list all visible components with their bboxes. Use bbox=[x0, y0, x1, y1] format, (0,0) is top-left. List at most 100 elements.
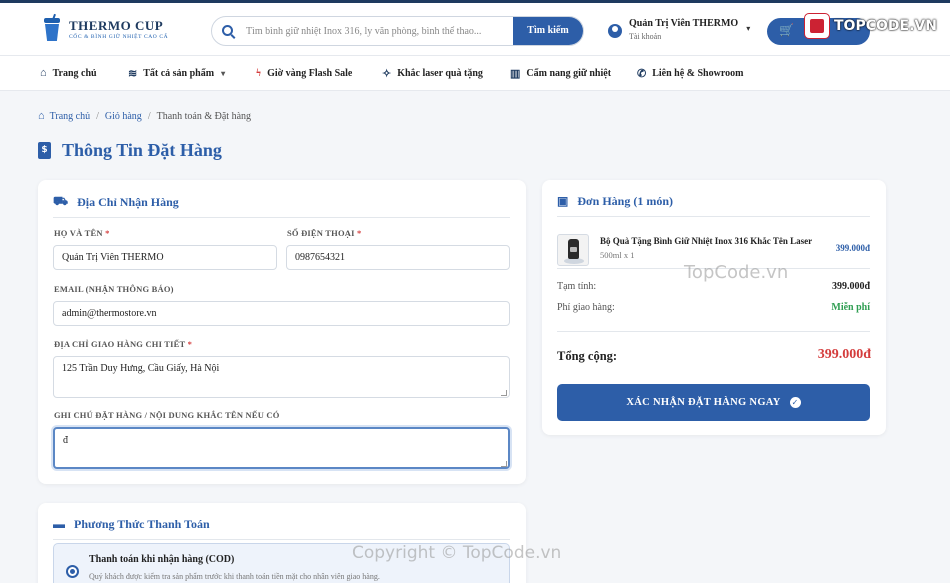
topcode-badge: TOPCODE.VN bbox=[805, 14, 937, 38]
divider bbox=[557, 331, 870, 332]
confirm-order-button[interactable]: XÁC NHẬN ĐẶT HÀNG NGAY ✓ bbox=[557, 384, 870, 421]
order-heading: Đơn Hàng (1 món) bbox=[577, 194, 673, 208]
breadcrumb-home[interactable]: Trang chủ bbox=[50, 111, 90, 122]
user-icon bbox=[608, 24, 622, 38]
chevron-down-icon: ▾ bbox=[221, 69, 226, 78]
email-field[interactable] bbox=[53, 301, 510, 326]
name-field[interactable] bbox=[53, 245, 277, 270]
home-icon: ⌂ bbox=[40, 67, 47, 79]
check-circle-icon: ✓ bbox=[789, 397, 801, 408]
order-card-header: ▣ Đơn Hàng (1 món) bbox=[557, 194, 870, 217]
total-value: 399.000đ bbox=[817, 347, 871, 362]
nav-label: Cẩm nang giữ nhiệt bbox=[526, 68, 612, 79]
address-heading: Địa Chỉ Nhận Hàng bbox=[77, 194, 179, 209]
truck-icon: ⛟ bbox=[53, 194, 69, 208]
subtotal-label: Tạm tính: bbox=[557, 281, 597, 292]
total-label: Tổng cộng: bbox=[557, 349, 618, 363]
divider bbox=[557, 268, 870, 269]
layers-icon: ≋ bbox=[128, 68, 138, 80]
book-icon: ▥ bbox=[510, 68, 521, 80]
nav-label: Giờ vàng Flash Sale bbox=[267, 67, 353, 79]
payment-card-header: ▬ Phương Thức Thanh Toán bbox=[53, 517, 510, 540]
cart-icon: 🛒 bbox=[779, 23, 794, 37]
required-mark: * bbox=[105, 228, 110, 238]
order-item: Bộ Quà Tặng Bình Giữ Nhiệt Inox 316 Khắc… bbox=[557, 231, 870, 269]
account-name: Quản Trị Viên THERMO bbox=[629, 18, 739, 29]
nav-item-contact[interactable]: ✆ Liên hệ & Showroom bbox=[637, 67, 743, 80]
page-title: $ Thông Tin Đặt Hàng bbox=[38, 140, 222, 161]
order-item-meta: 500ml x 1 bbox=[600, 250, 635, 260]
address-textarea[interactable]: 125 Trần Duy Hưng, Cầu Giấy, Hà Nội bbox=[53, 356, 510, 398]
shipping-label: Phí giao hàng: bbox=[557, 302, 615, 313]
resize-handle-icon[interactable] bbox=[501, 461, 507, 467]
nav-item-flash-sale[interactable]: ϟ Giờ vàng Flash Sale bbox=[256, 67, 352, 79]
payment-heading: Phương Thức Thanh Toán bbox=[74, 517, 210, 531]
payment-option-cod[interactable]: Thanh toán khi nhận hàng (COD) Quý khách… bbox=[53, 543, 510, 583]
caret-down-icon: ▾ bbox=[746, 24, 751, 33]
nav-label: Tất cả sản phẩm bbox=[143, 68, 215, 79]
invoice-icon: $ bbox=[38, 142, 51, 159]
page-title-text: Thông Tin Đặt Hàng bbox=[62, 140, 222, 160]
topcode-logo-icon bbox=[805, 14, 829, 38]
order-item-price: 399.000đ bbox=[835, 243, 870, 253]
phone-field[interactable] bbox=[286, 245, 510, 270]
required-mark: * bbox=[356, 228, 362, 238]
shipping-value: Miễn phí bbox=[831, 302, 870, 313]
email-label: EMAIL (NHẬN THÔNG BÁO) bbox=[54, 284, 174, 294]
radio-selected-icon[interactable] bbox=[66, 565, 79, 578]
home-icon: ⌂ bbox=[38, 110, 45, 122]
address-card: ⛟ Địa Chỉ Nhận Hàng HỌ VÀ TÊN * SỐ ĐIỆN … bbox=[38, 180, 526, 484]
payment-option-title: Thanh toán khi nhận hàng (COD) bbox=[89, 554, 235, 565]
confirm-order-label: XÁC NHẬN ĐẶT HÀNG NGAY bbox=[626, 397, 781, 408]
product-thumbnail bbox=[557, 234, 589, 266]
phone-label-text: SỐ ĐIỆN THOẠI bbox=[287, 228, 355, 238]
search-input[interactable] bbox=[246, 17, 511, 45]
credit-card-icon: ▬ bbox=[53, 517, 65, 531]
phone-icon: ✆ bbox=[637, 68, 647, 80]
address-label-text: ĐỊA CHỈ GIAO HÀNG CHI TIẾT bbox=[54, 339, 186, 349]
shopping-bag-icon: ▣ bbox=[557, 194, 569, 208]
breadcrumb-separator: / bbox=[147, 110, 151, 122]
bolt-icon: ϟ bbox=[256, 67, 262, 79]
breadcrumb-current: Thanh toán & Đặt hàng bbox=[156, 110, 252, 122]
nav-label: Liên hệ & Showroom bbox=[652, 68, 744, 79]
logo[interactable]: THERMO CUP CỐC & BÌNH GIỮ NHIỆT CAO CẤ bbox=[43, 13, 169, 42]
account-label: Tài khoản bbox=[629, 32, 662, 41]
subtotal-row: Tạm tính: 399.000đ bbox=[557, 281, 870, 292]
order-summary-card: ▣ Đơn Hàng (1 món) Bộ Quà Tặng Bình Giữ … bbox=[542, 180, 886, 435]
shipping-row: Phí giao hàng: Miễn phí bbox=[557, 302, 870, 313]
nav-item-guide[interactable]: ▥ Cẩm nang giữ nhiệt bbox=[510, 67, 611, 80]
logo-subtitle: CỐC & BÌNH GIỮ NHIỆT CAO CẤ bbox=[69, 33, 169, 40]
nav-item-home[interactable]: ⌂ Trang chủ bbox=[40, 67, 97, 79]
cup-logo-icon bbox=[43, 13, 61, 42]
search-button[interactable]: Tìm kiếm bbox=[513, 17, 583, 45]
nav-label: Trang chủ bbox=[52, 67, 97, 79]
subtotal-value: 399.000đ bbox=[831, 281, 870, 292]
required-mark: * bbox=[187, 339, 193, 349]
name-label-text: HỌ VÀ TÊN bbox=[54, 228, 103, 238]
topcode-badge-text: TOPCODE.VN bbox=[834, 18, 937, 34]
logo-title: THERMO CUP bbox=[69, 17, 164, 33]
breadcrumb: ⌂ Trang chủ / Giỏ hàng / Thanh toán & Đặ… bbox=[38, 110, 251, 122]
nav-item-products[interactable]: ≋ Tất cả sản phẩm ▾ bbox=[128, 67, 225, 80]
nav-label: Khắc laser quà tặng bbox=[397, 68, 483, 79]
note-textarea[interactable]: đ bbox=[53, 427, 510, 469]
nav-item-laser[interactable]: ✧ Khắc laser quà tặng bbox=[382, 67, 483, 80]
order-item-name: Bộ Quà Tặng Bình Giữ Nhiệt Inox 316 Khắc… bbox=[600, 236, 813, 246]
breadcrumb-separator: / bbox=[96, 110, 99, 122]
payment-option-desc: Quý khách được kiểm tra sản phẩm trước k… bbox=[89, 572, 380, 581]
search-icon bbox=[222, 25, 233, 36]
payment-card: ▬ Phương Thức Thanh Toán Thanh toán khi … bbox=[38, 503, 526, 583]
main-nav: ⌂ Trang chủ ≋ Tất cả sản phẩm ▾ ϟ Giờ và… bbox=[0, 56, 950, 91]
name-label: HỌ VÀ TÊN * bbox=[54, 228, 110, 238]
breadcrumb-cart[interactable]: Giỏ hàng bbox=[105, 111, 142, 122]
top-header: THERMO CUP CỐC & BÌNH GIỮ NHIỆT CAO CẤ T… bbox=[0, 0, 950, 56]
wand-icon: ✧ bbox=[382, 68, 392, 80]
address-label: ĐỊA CHỈ GIAO HÀNG CHI TIẾT * bbox=[54, 339, 192, 349]
note-label: GHI CHÚ ĐẶT HÀNG / NỘI DUNG KHẮC TÊN NẾU… bbox=[54, 410, 280, 420]
phone-label: SỐ ĐIỆN THOẠI * bbox=[287, 228, 361, 238]
address-card-header: ⛟ Địa Chỉ Nhận Hàng bbox=[53, 194, 510, 218]
resize-handle-icon[interactable] bbox=[501, 390, 507, 396]
account-menu[interactable]: Quản Trị Viên THERMO Tài khoản ▾ bbox=[608, 18, 750, 41]
search-bar: Tìm kiếm bbox=[211, 16, 584, 46]
